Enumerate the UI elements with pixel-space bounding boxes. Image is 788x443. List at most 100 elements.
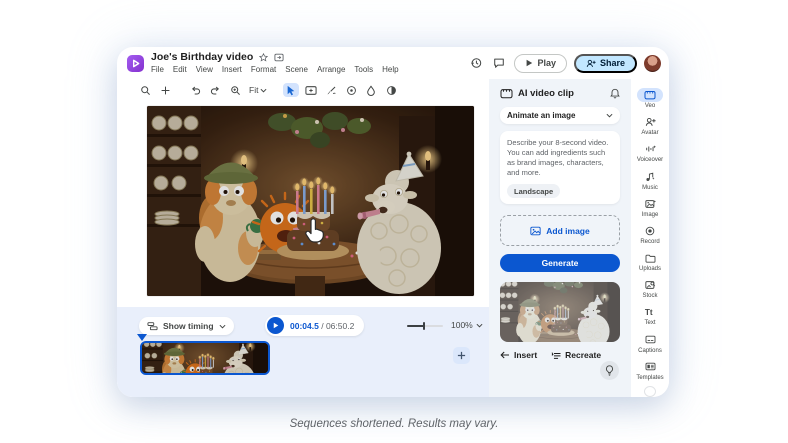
timeline-play-button[interactable] <box>267 317 284 334</box>
menu-format[interactable]: Format <box>251 65 276 74</box>
generate-label: Generate <box>542 258 579 268</box>
prompt-input[interactable]: Describe your 8-second video. You can ad… <box>500 131 620 204</box>
mode-dropdown[interactable]: Animate an image <box>500 107 620 124</box>
notifications-bell-icon[interactable] <box>610 88 620 99</box>
share-button[interactable]: Share <box>574 54 637 73</box>
chevron-down-icon <box>476 323 483 328</box>
color-droplet-icon[interactable] <box>363 83 379 97</box>
add-image-label: Add image <box>546 226 589 236</box>
version-history-icon[interactable] <box>468 55 484 71</box>
sidebar-item-music[interactable]: Music <box>631 167 669 194</box>
search-icon[interactable] <box>137 83 153 97</box>
scene-frame <box>147 106 474 296</box>
laser-pointer-icon[interactable] <box>323 83 339 97</box>
sidebar-label: Captions <box>638 348 662 354</box>
show-timing-button[interactable]: Show timing <box>139 317 234 335</box>
sidebar-item-captions[interactable]: Captions <box>631 330 669 357</box>
account-avatar[interactable] <box>644 55 661 72</box>
menu-insert[interactable]: Insert <box>222 65 242 74</box>
mode-dropdown-value: Animate an image <box>507 111 575 120</box>
text-tool-icon: Tt <box>637 305 663 319</box>
move-to-folder-icon[interactable] <box>274 53 284 62</box>
sidebar-item-image[interactable]: Image <box>631 194 669 221</box>
recreate-icon <box>551 351 561 360</box>
menu-help[interactable]: Help <box>382 65 398 74</box>
svg-text:Tt: Tt <box>644 308 652 317</box>
folder-icon <box>637 251 663 265</box>
sidebar-item-voiceover[interactable]: Voiceover <box>631 139 669 166</box>
timing-icon <box>147 321 158 331</box>
adjust-contrast-icon[interactable] <box>383 83 399 97</box>
stock-media-icon <box>637 278 663 292</box>
sidebar-item-stock[interactable]: Stock <box>631 275 669 302</box>
insert-label: Insert <box>514 350 537 360</box>
star-icon[interactable] <box>259 53 268 62</box>
slider-handle[interactable] <box>423 322 425 330</box>
image-ai-icon <box>637 197 663 211</box>
menu-tools[interactable]: Tools <box>354 65 373 74</box>
window-header: Joe's Birthday video File Edit View Inse… <box>117 47 669 79</box>
timeline-zoom-slider[interactable] <box>407 325 443 327</box>
add-image-button[interactable]: Add image <box>500 215 620 246</box>
sidebar-label: Voiceover <box>637 157 663 163</box>
sidebar-label: Templates <box>636 375 663 381</box>
music-icon <box>637 170 663 184</box>
text-box-icon[interactable] <box>303 83 319 97</box>
zoom-level-dropdown[interactable]: 100% <box>451 320 483 330</box>
templates-icon <box>637 360 663 374</box>
sidebar-label: Music <box>642 185 658 191</box>
sidebar-item-text[interactable]: Tt Text <box>631 302 669 329</box>
sidebar-item-uploads[interactable]: Uploads <box>631 248 669 275</box>
video-canvas[interactable] <box>147 106 474 296</box>
menu-bar: File Edit View Insert Format Scene Arran… <box>151 65 399 74</box>
menu-edit[interactable]: Edit <box>173 65 187 74</box>
comment-icon[interactable] <box>491 55 507 71</box>
chevron-down-icon <box>260 88 267 93</box>
avatar-icon <box>637 115 663 129</box>
shapes-icon[interactable] <box>343 83 359 97</box>
add-scene-button[interactable] <box>453 347 470 364</box>
captions-icon <box>637 333 663 347</box>
sidebar-label: Stock <box>642 293 657 299</box>
fit-label: Fit <box>249 85 258 95</box>
toolbar: Fit <box>117 79 489 101</box>
vids-logo[interactable] <box>127 55 144 72</box>
play-button[interactable]: Play <box>514 54 567 73</box>
redo-icon[interactable] <box>207 83 223 97</box>
menu-file[interactable]: File <box>151 65 164 74</box>
sidebar-item-veo[interactable]: Veo <box>631 85 669 112</box>
timeline-clip-thumbnail[interactable] <box>140 341 270 375</box>
sidebar-item-avatar[interactable]: Avatar <box>631 112 669 139</box>
canvas-area <box>117 101 489 307</box>
sidebar-label: Veo <box>645 103 655 109</box>
sidebar-item-templates[interactable]: Templates <box>631 357 669 384</box>
insert-button[interactable]: Insert <box>500 350 537 360</box>
select-tool-icon[interactable] <box>283 83 299 97</box>
menu-arrange[interactable]: Arrange <box>317 65 345 74</box>
record-icon <box>637 224 663 238</box>
playhead-marker[interactable] <box>137 334 147 341</box>
screenshot-stage: Joe's Birthday video File Edit View Inse… <box>0 0 788 443</box>
share-button-label: Share <box>600 58 625 68</box>
tips-lightbulb-button[interactable] <box>600 361 619 380</box>
undo-icon[interactable] <box>187 83 203 97</box>
timecode-total: 06:50.2 <box>326 321 354 331</box>
sidebar-more-partial-icon <box>644 386 656 397</box>
generated-preview[interactable] <box>500 282 620 342</box>
fit-zoom-dropdown[interactable]: Fit <box>247 85 269 95</box>
generate-button[interactable]: Generate <box>500 254 620 272</box>
playback-control: 00:04.5 / 06:50.2 <box>265 315 364 336</box>
voiceover-icon <box>637 142 663 156</box>
recreate-button[interactable]: Recreate <box>551 350 601 360</box>
add-icon[interactable] <box>157 83 173 97</box>
chevron-down-icon <box>219 324 226 329</box>
sidebar-item-record[interactable]: Record <box>631 221 669 248</box>
aspect-ratio-chip[interactable]: Landscape <box>507 184 560 198</box>
timecode: 00:04.5 / 06:50.2 <box>290 321 354 331</box>
menu-view[interactable]: View <box>196 65 213 74</box>
zoom-in-icon[interactable] <box>227 83 243 97</box>
insert-sidebar: Veo Avatar Voiceover <box>631 79 669 397</box>
document-title[interactable]: Joe's Birthday video <box>151 52 253 63</box>
ai-panel-title: AI video clip <box>518 88 574 99</box>
menu-scene[interactable]: Scene <box>285 65 308 74</box>
